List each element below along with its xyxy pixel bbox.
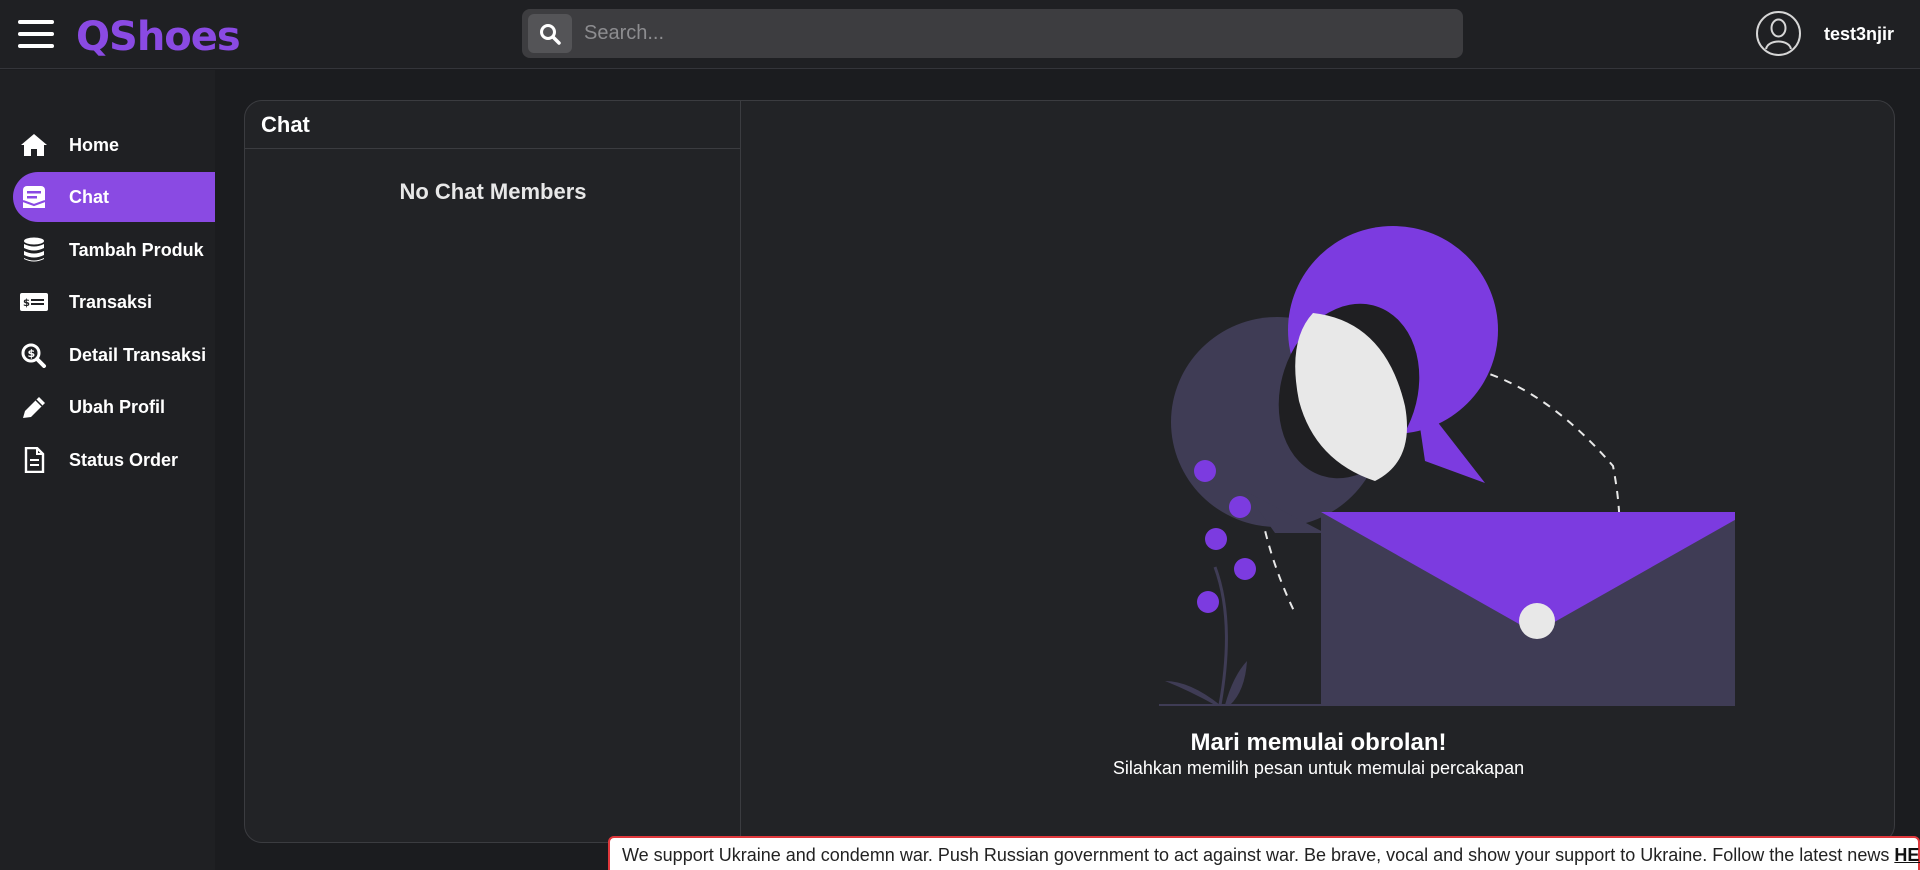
hamburger-menu-icon[interactable] [18, 20, 54, 48]
empty-state-title: Mari memulai obrolan! [1190, 729, 1447, 756]
svg-text:$: $ [28, 347, 36, 360]
chat-member-list: Chat No Chat Members [245, 101, 741, 842]
sidebar-item-label: Status Order [69, 450, 179, 470]
home-icon [21, 134, 47, 156]
sidebar-item-tambah-produk[interactable]: Tambah Produk [13, 225, 215, 275]
sidebar-item-status-order[interactable]: Status Order [13, 435, 215, 485]
sidebar: Home Chat Tambah Produk $ Transaksi $ De… [0, 70, 215, 870]
sidebar-item-chat[interactable]: Chat [13, 172, 215, 222]
banner-text: We support Ukraine and condemn war. Push… [622, 845, 1920, 866]
sidebar-item-label: Detail Transaksi [69, 345, 207, 365]
top-bar: QShoes test3njir [0, 0, 1920, 69]
app-logo[interactable]: QShoes [76, 14, 241, 60]
sidebar-item-label: Tambah Produk [69, 240, 204, 260]
empty-chat-illustration [1159, 226, 1735, 706]
search-icon [540, 24, 561, 45]
empty-state-subtitle: Silahkan memilih pesan untuk memulai per… [1112, 758, 1525, 778]
sidebar-item-label: Home [69, 135, 120, 155]
banner-message: We support Ukraine and condemn war. Push… [622, 845, 1895, 865]
database-icon [24, 237, 44, 262]
search-input[interactable] [584, 9, 1444, 58]
user-avatar[interactable] [1756, 11, 1801, 56]
sidebar-item-label: Ubah Profil [69, 397, 166, 417]
search-bar [522, 9, 1463, 58]
sidebar-item-ubah-profil[interactable]: Ubah Profil [13, 382, 215, 432]
document-icon [24, 447, 45, 473]
ukraine-support-banner: We support Ukraine and condemn war. Push… [608, 836, 1920, 870]
user-icon [1765, 18, 1792, 50]
chat-icon [22, 186, 46, 208]
chat-panel: Chat No Chat Members Mari memulai obrola… [244, 100, 1895, 843]
username-label[interactable]: test3njir [1824, 24, 1894, 45]
no-chat-members-message: No Chat Members [399, 179, 587, 204]
sidebar-item-home[interactable]: Home [13, 120, 215, 170]
pencil-icon [23, 397, 45, 418]
money-check-icon: $ [20, 293, 48, 311]
search-dollar-icon: $ [21, 343, 46, 368]
chat-title: Chat [261, 112, 310, 137]
sidebar-item-detail-transaksi[interactable]: $ Detail Transaksi [13, 330, 215, 380]
banner-news-link[interactable]: HERE [1894, 845, 1920, 865]
sidebar-item-transaksi[interactable]: $ Transaksi [13, 277, 215, 327]
chat-header: Chat [245, 101, 741, 149]
sidebar-item-label: Chat [69, 187, 109, 207]
svg-text:$: $ [23, 298, 30, 309]
sidebar-item-label: Transaksi [69, 292, 153, 312]
search-button[interactable] [528, 14, 572, 53]
